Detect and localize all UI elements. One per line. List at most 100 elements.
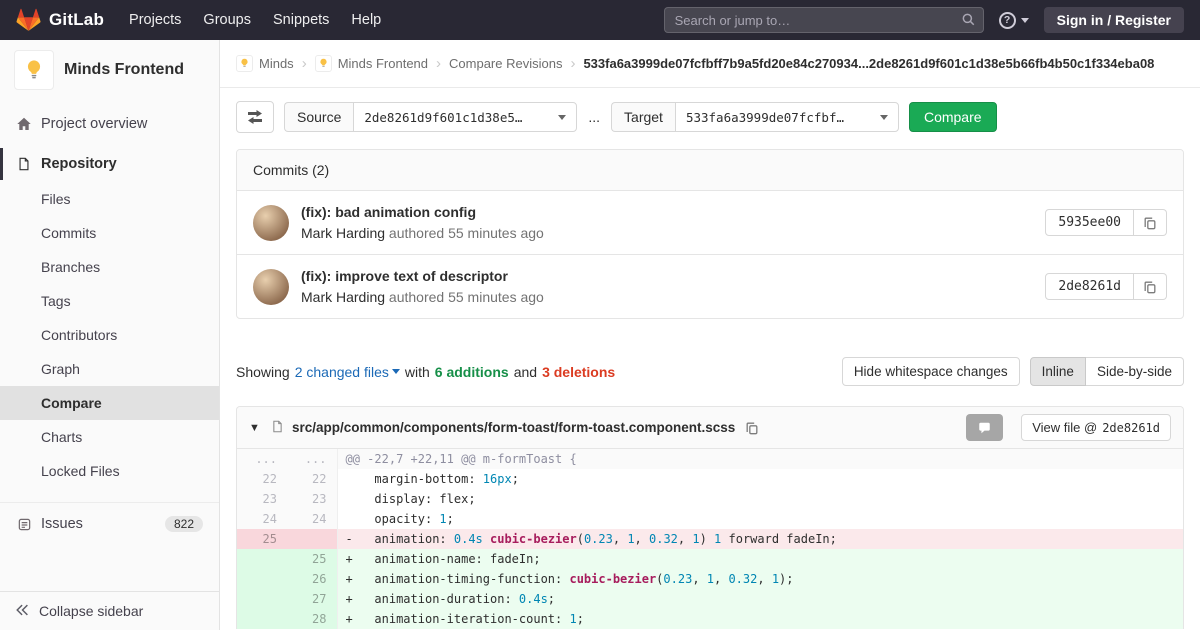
sidebar-item-label: Project overview <box>41 116 147 132</box>
copy-file-path-button[interactable] <box>743 419 761 437</box>
new-line-number[interactable]: 27 <box>287 589 337 609</box>
sidebar-item-contributors[interactable]: Contributors <box>0 318 219 352</box>
sidebar-item-charts[interactable]: Charts <box>0 420 219 454</box>
view-file-label: View file @ <box>1032 420 1097 435</box>
comment-icon <box>977 421 992 435</box>
old-line-number[interactable]: 22 <box>237 469 287 489</box>
collapse-sidebar-button[interactable]: Collapse sidebar <box>0 591 219 630</box>
sidebar-item-locked-files[interactable]: Locked Files <box>0 454 219 488</box>
diff-line-context: 2222 margin-bottom: 16px; <box>237 469 1183 489</box>
sidebar-item-tags[interactable]: Tags <box>0 284 219 318</box>
target-label: Target <box>611 102 675 132</box>
breadcrumb-group-label: Minds <box>259 56 294 71</box>
view-file-button[interactable]: View file @ 2de8261d <box>1021 414 1171 441</box>
diff-code-line: margin-bottom: 16px; <box>337 469 1183 489</box>
breadcrumb-separator: › <box>302 55 307 72</box>
search-input[interactable] <box>664 7 984 33</box>
issues-icon <box>16 517 32 532</box>
commit-list: (fix): bad animation config Mark Harding … <box>237 191 1183 318</box>
breadcrumb-section-link[interactable]: Compare Revisions <box>449 56 562 71</box>
diff-line-add: 28+ animation-iteration-count: 1; <box>237 609 1183 629</box>
diff-code-line: opacity: 1; <box>337 509 1183 529</box>
new-line-number[interactable] <box>287 529 337 549</box>
diff-file-header: ▼ src/app/common/components/form-toast/f… <box>237 407 1183 449</box>
commit-sha-button[interactable]: 2de8261d <box>1045 273 1134 300</box>
toggle-file-comments-button[interactable] <box>966 414 1003 441</box>
deletions-count: 3 deletions <box>542 364 615 380</box>
diff-code-line: display: flex; <box>337 489 1183 509</box>
chevron-down-icon <box>392 369 400 374</box>
diff-file-panel: ▼ src/app/common/components/form-toast/f… <box>236 406 1184 629</box>
sidebar-item-project-overview[interactable]: Project overview <box>0 106 219 142</box>
sidebar-project-link[interactable]: Minds Frontend <box>0 40 219 100</box>
commit-author-avatar <box>253 269 289 305</box>
diff-line-hunk: ......@@ -22,7 +22,11 @@ m-formToast { <box>237 449 1183 469</box>
collapse-diff-caret-icon[interactable]: ▼ <box>249 422 263 434</box>
sidebar-item-compare[interactable]: Compare <box>0 386 219 420</box>
commit-meta: Mark Harding authored 55 minutes ago <box>301 225 544 241</box>
new-line-number[interactable]: 24 <box>287 509 337 529</box>
new-line-number[interactable]: 22 <box>287 469 337 489</box>
tanuki-icon <box>16 8 41 32</box>
inline-view-button[interactable]: Inline <box>1030 357 1086 386</box>
side-by-side-view-button[interactable]: Side-by-side <box>1086 357 1184 386</box>
commit-author-link[interactable]: Mark Harding <box>301 289 385 305</box>
commit-author-link[interactable]: Mark Harding <box>301 225 385 241</box>
nav-item-snippets[interactable]: Snippets <box>262 0 340 40</box>
help-menu-button[interactable]: ? <box>999 12 1029 29</box>
commit-meta: Mark Harding authored 55 minutes ago <box>301 289 544 305</box>
breadcrumb-project-link[interactable]: Minds Frontend <box>315 55 428 72</box>
diff-table-body: ......@@ -22,7 +22,11 @@ m-formToast {22… <box>237 449 1183 629</box>
sidebar-item-branches[interactable]: Branches <box>0 250 219 284</box>
old-line-number[interactable]: 23 <box>237 489 287 509</box>
diff-file-path[interactable]: src/app/common/components/form-toast/for… <box>292 420 735 435</box>
sidebar-item-repository[interactable]: Repository <box>0 146 219 182</box>
sidebar-item-commits[interactable]: Commits <box>0 216 219 250</box>
old-line-number[interactable]: 24 <box>237 509 287 529</box>
commit-sha-button[interactable]: 5935ee00 <box>1045 209 1134 236</box>
copy-sha-button[interactable] <box>1134 273 1167 300</box>
sidebar-item-issues[interactable]: Issues 822 <box>0 502 219 542</box>
new-line-number[interactable]: 26 <box>287 569 337 589</box>
breadcrumb-group-link[interactable]: Minds <box>236 55 294 72</box>
commit-authored-time: authored 55 minutes ago <box>389 225 544 241</box>
diff-code-line: @@ -22,7 +22,11 @@ m-formToast { <box>337 449 1183 469</box>
breadcrumb-section-label: Compare Revisions <box>449 56 562 71</box>
target-revision-dropdown[interactable]: 533fa6a3999de07fcfbf… <box>675 102 899 132</box>
swap-revisions-button[interactable] <box>236 101 274 133</box>
new-line-number[interactable]: 28 <box>287 609 337 629</box>
sidebar-item-graph[interactable]: Graph <box>0 352 219 386</box>
nav-item-projects[interactable]: Projects <box>118 0 192 40</box>
old-line-number[interactable]: 25 <box>237 529 287 549</box>
diff-line-add: 26+ animation-timing-function: cubic-bez… <box>237 569 1183 589</box>
lightbulb-icon <box>239 58 250 69</box>
new-line-number[interactable]: ... <box>287 449 337 469</box>
new-line-number[interactable]: 25 <box>287 549 337 569</box>
old-line-number[interactable]: ... <box>237 449 287 469</box>
old-line-number[interactable] <box>237 569 287 589</box>
nav-item-help[interactable]: Help <box>340 0 392 40</box>
commit-title-link[interactable]: (fix): improve text of descriptor <box>301 268 544 284</box>
copy-sha-button[interactable] <box>1134 209 1167 236</box>
sidebar-nav: Project overview Repository FilesCommits… <box>0 106 219 542</box>
old-line-number[interactable] <box>237 549 287 569</box>
commit-info: (fix): bad animation config Mark Harding … <box>301 204 544 241</box>
source-revision-dropdown[interactable]: 2de8261d9f601c1d38e5… <box>353 102 577 132</box>
compare-button[interactable]: Compare <box>909 102 997 132</box>
nav-item-groups[interactable]: Groups <box>192 0 262 40</box>
commit-title-link[interactable]: (fix): bad animation config <box>301 204 544 220</box>
hide-whitespace-button[interactable]: Hide whitespace changes <box>842 357 1020 386</box>
repository-submenu: FilesCommitsBranchesTagsContributorsGrap… <box>0 182 219 488</box>
gitlab-logo[interactable]: GitLab <box>16 8 104 32</box>
old-line-number[interactable] <box>237 609 287 629</box>
source-revision-value: 2de8261d9f601c1d38e5… <box>364 110 522 125</box>
sidebar-item-files[interactable]: Files <box>0 182 219 216</box>
changed-files-link[interactable]: 2 changed files <box>295 364 400 380</box>
breadcrumb-separator: › <box>436 55 441 72</box>
copy-icon <box>1143 280 1157 294</box>
old-line-number[interactable] <box>237 589 287 609</box>
new-line-number[interactable]: 23 <box>287 489 337 509</box>
sign-in-button[interactable]: Sign in / Register <box>1044 7 1184 33</box>
source-label: Source <box>284 102 353 132</box>
diff-line-del: 25- animation: 0.4s cubic-bezier(0.23, 1… <box>237 529 1183 549</box>
